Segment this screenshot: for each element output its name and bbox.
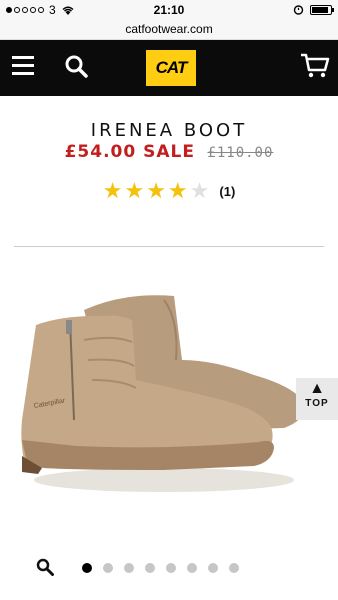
star-icon: ★ — [167, 178, 188, 203]
star-icon: ★ — [124, 178, 145, 203]
star-icon: ★ — [189, 178, 210, 203]
rating[interactable]: ★ ★ ★ ★ ★ (1) — [0, 180, 338, 202]
url-bar[interactable]: catfootwear.com — [0, 20, 338, 40]
pager-dot[interactable] — [82, 563, 92, 573]
status-bar: 3 21:10 — [0, 0, 338, 20]
pager-dot[interactable] — [145, 563, 155, 573]
pager-dot[interactable] — [187, 563, 197, 573]
original-price: £110.00 — [207, 145, 274, 161]
product-title: IRENEA BOOT — [90, 120, 248, 141]
zoom-icon[interactable] — [36, 558, 54, 576]
chevron-up-icon: ▲ — [309, 380, 325, 397]
star-icon: ★ — [146, 178, 166, 203]
search-icon[interactable] — [64, 54, 88, 78]
price-row: £54.00 SALE £110.00 — [0, 142, 338, 162]
image-pager — [82, 563, 239, 573]
pager-dot[interactable] — [124, 563, 134, 573]
menu-icon[interactable] — [12, 56, 34, 78]
status-time: 21:10 — [153, 3, 185, 17]
back-to-top-label: TOP — [305, 398, 329, 409]
star-icon: ★ — [102, 178, 123, 203]
pager-dot[interactable] — [208, 563, 218, 573]
divider — [14, 246, 324, 247]
sale-price: £54.00 SALE — [64, 142, 195, 162]
back-to-top-button[interactable]: ▲ TOP — [296, 378, 338, 420]
site-header: CAT — [0, 40, 338, 96]
pager-dot[interactable] — [229, 563, 239, 573]
battery-icon — [310, 4, 334, 15]
cat-logo[interactable]: CAT — [146, 50, 196, 86]
pager-dot[interactable] — [103, 563, 113, 573]
battery-level — [312, 6, 329, 13]
alarm-icon — [293, 5, 304, 15]
status-right — [293, 4, 334, 15]
pager-dot[interactable] — [166, 563, 176, 573]
review-count[interactable]: (1) — [219, 184, 235, 199]
product-image[interactable]: Caterpillar — [14, 280, 324, 500]
cart-icon[interactable] — [300, 52, 330, 80]
